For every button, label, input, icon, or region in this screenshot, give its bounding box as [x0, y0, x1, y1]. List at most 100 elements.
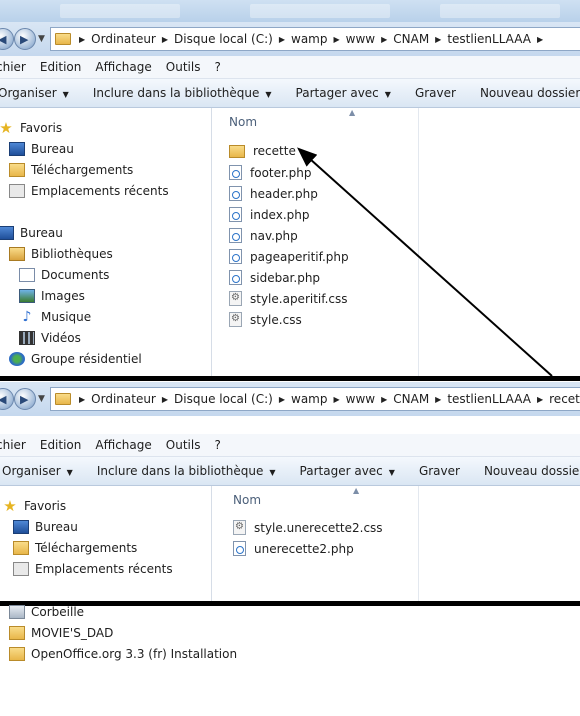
breadcrumb-separator-icon[interactable]: ▶	[333, 395, 339, 404]
breadcrumb-testlienllaaa[interactable]: testlienLLAAA	[447, 392, 531, 406]
nav-movies-dad[interactable]: MOVIE'S_DAD	[9, 626, 113, 640]
menu-outils[interactable]: Outils	[166, 438, 201, 452]
nav-music-label: Musique	[41, 310, 92, 324]
nav-openoffice-install[interactable]: OpenOffice.org 3.3 (fr) Installation	[9, 647, 237, 661]
nav-desktop[interactable]: Bureau	[0, 226, 63, 240]
menu-fichier[interactable]: chier	[0, 438, 26, 452]
breadcrumb-testlienllaaa[interactable]: testlienLLAAA	[447, 32, 531, 46]
column-header-name[interactable]: Nom	[229, 115, 257, 129]
nav-libraries-label: Bibliothèques	[31, 247, 113, 261]
breadcrumb-separator-icon[interactable]: ▶	[537, 35, 543, 44]
recent-pages-dropdown-icon[interactable]: ▼	[38, 394, 45, 404]
images-icon	[19, 289, 35, 303]
file-row-style-aperitif-css[interactable]: style.aperitif.css	[229, 291, 348, 306]
file-row-nav-php[interactable]: nav.php	[229, 228, 298, 243]
recent-pages-dropdown-icon[interactable]: ▼	[38, 34, 45, 44]
nav-desktop-fav[interactable]: Bureau	[9, 142, 74, 156]
nav-favorites[interactable]: ★ Favoris	[0, 121, 62, 136]
breadcrumb-wamp[interactable]: wamp	[291, 32, 327, 46]
breadcrumb-separator-icon[interactable]: ▶	[333, 35, 339, 44]
menu-affichage[interactable]: Affichage	[95, 60, 151, 74]
menu-outils[interactable]: Outils	[166, 60, 201, 74]
breadcrumb-separator-icon[interactable]: ▶	[537, 395, 543, 404]
share-label: Partager avec	[295, 86, 379, 100]
file-row-footer-php[interactable]: footer.php	[229, 165, 311, 180]
column-header-name[interactable]: Nom	[233, 493, 261, 507]
nav-videos[interactable]: Vidéos	[19, 331, 81, 345]
php-file-icon	[229, 249, 242, 264]
breadcrumb-disque-local[interactable]: Disque local (C:)	[174, 32, 273, 46]
breadcrumb-separator-icon[interactable]: ▶	[162, 35, 168, 44]
menu-fichier[interactable]: chier	[0, 60, 26, 74]
homegroup-icon	[9, 352, 25, 366]
nav-downloads-label: Téléchargements	[31, 163, 134, 177]
nav-homegroup[interactable]: Groupe résidentiel	[9, 352, 142, 366]
explorer-window-testlienllaaa: ◀ ▶ ▼ ▶ Ordinateur ▶ Disque local (C:) ▶…	[0, 0, 580, 378]
new-folder-button[interactable]: Nouveau dossier	[480, 86, 580, 100]
breadcrumb-cnam[interactable]: CNAM	[393, 392, 429, 406]
share-with-button[interactable]: Partager avec ▼	[300, 464, 395, 478]
menu-help[interactable]: ?	[214, 438, 220, 452]
breadcrumb-separator-icon[interactable]: ▶	[381, 35, 387, 44]
breadcrumb-separator-icon[interactable]: ▶	[435, 395, 441, 404]
breadcrumb-www[interactable]: www	[346, 32, 375, 46]
nav-favorites[interactable]: ★ Favoris	[2, 499, 66, 514]
breadcrumb-wamp[interactable]: wamp	[291, 392, 327, 406]
breadcrumb-separator-icon[interactable]: ▶	[79, 35, 85, 44]
address-bar[interactable]: ▶ Ordinateur ▶ Disque local (C:) ▶ wamp …	[50, 27, 580, 51]
breadcrumb-recette[interactable]: recette	[549, 392, 580, 406]
nav-downloads[interactable]: Téléchargements	[13, 541, 137, 555]
burn-button[interactable]: Graver	[419, 464, 460, 478]
new-folder-button[interactable]: Nouveau dossier	[484, 464, 580, 478]
include-in-library-button[interactable]: Inclure dans la bibliothèque ▼	[93, 86, 272, 100]
back-button[interactable]: ◀	[0, 28, 14, 50]
nav-recent-places[interactable]: Emplacements récents	[9, 184, 169, 198]
menu-edition[interactable]: Edition	[40, 438, 82, 452]
nav-music[interactable]: ♪ Musique	[19, 310, 92, 324]
breadcrumb-ordinateur[interactable]: Ordinateur	[91, 32, 156, 46]
php-file-icon	[229, 207, 242, 222]
breadcrumb-separator-icon[interactable]: ▶	[435, 35, 441, 44]
organize-button[interactable]: Organiser ▼	[0, 86, 69, 100]
share-label: Partager avec	[299, 464, 383, 478]
file-row-pageaperitif-php[interactable]: pageaperitif.php	[229, 249, 349, 264]
breadcrumb-separator-icon[interactable]: ▶	[279, 395, 285, 404]
nav-documents[interactable]: Documents	[19, 268, 109, 282]
nav-desktop-label: Bureau	[20, 226, 63, 240]
nav-recycle-bin[interactable]: Corbeille	[9, 605, 84, 619]
breadcrumb-separator-icon[interactable]: ▶	[279, 35, 285, 44]
forward-button[interactable]: ▶	[14, 388, 36, 410]
nav-recent-label: Emplacements récents	[35, 562, 173, 576]
file-row-recette[interactable]: recette	[229, 144, 296, 158]
file-row-style-unerecette2-css[interactable]: style.unerecette2.css	[233, 520, 383, 535]
breadcrumb-disque-local[interactable]: Disque local (C:)	[174, 392, 273, 406]
menu-edition[interactable]: Edition	[40, 60, 82, 74]
menu-affichage[interactable]: Affichage	[95, 438, 151, 452]
file-row-index-php[interactable]: index.php	[229, 207, 309, 222]
file-row-style-css[interactable]: style.css	[229, 312, 302, 327]
breadcrumb-www[interactable]: www	[346, 392, 375, 406]
file-row-unerecette2-php[interactable]: unerecette2.php	[233, 541, 354, 556]
file-row-sidebar-php[interactable]: sidebar.php	[229, 270, 320, 285]
address-bar[interactable]: ▶ Ordinateur ▶ Disque local (C:) ▶ wamp …	[50, 387, 580, 411]
menu-help[interactable]: ?	[214, 60, 220, 74]
breadcrumb-ordinateur[interactable]: Ordinateur	[91, 392, 156, 406]
share-with-button[interactable]: Partager avec ▼	[296, 86, 391, 100]
organize-button[interactable]: Organiser ▼	[2, 464, 73, 478]
breadcrumb-cnam[interactable]: CNAM	[393, 32, 429, 46]
breadcrumb-separator-icon[interactable]: ▶	[162, 395, 168, 404]
breadcrumb-separator-icon[interactable]: ▶	[381, 395, 387, 404]
documents-icon	[19, 268, 35, 282]
include-in-library-button[interactable]: Inclure dans la bibliothèque ▼	[97, 464, 276, 478]
nav-images[interactable]: Images	[19, 289, 85, 303]
sort-ascending-icon: ▲	[349, 108, 356, 117]
nav-downloads[interactable]: Téléchargements	[9, 163, 133, 177]
breadcrumb-separator-icon[interactable]: ▶	[79, 395, 85, 404]
nav-desktop-fav[interactable]: Bureau	[13, 520, 78, 534]
nav-libraries[interactable]: Bibliothèques	[9, 247, 113, 261]
nav-recent-places[interactable]: Emplacements récents	[13, 562, 173, 576]
file-row-header-php[interactable]: header.php	[229, 186, 318, 201]
forward-button[interactable]: ▶	[14, 28, 36, 50]
back-button[interactable]: ◀	[0, 388, 14, 410]
burn-button[interactable]: Graver	[415, 86, 456, 100]
